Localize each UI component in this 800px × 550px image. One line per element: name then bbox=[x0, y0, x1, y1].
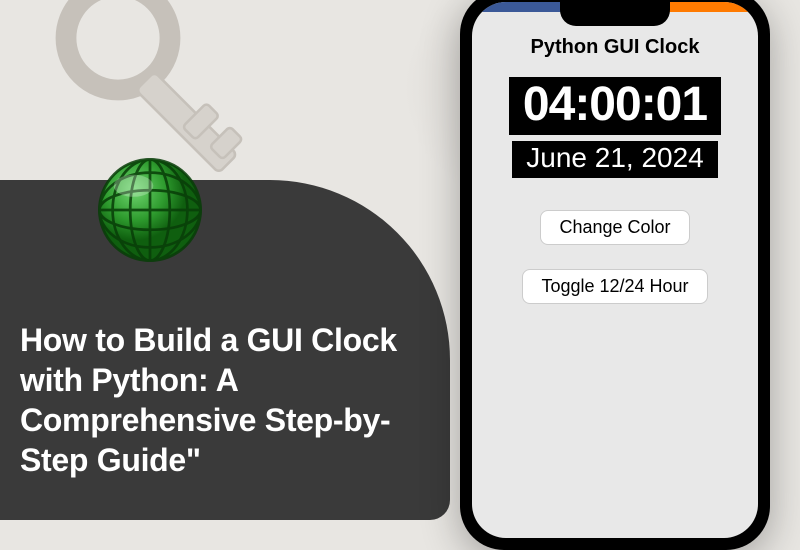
clock-date-display: June 21, 2024 bbox=[512, 141, 718, 178]
globe-logo-icon bbox=[95, 155, 205, 265]
phone-screen: Python GUI Clock 04:00:01 June 21, 2024 … bbox=[472, 2, 758, 538]
clock-time-display: 04:00:01 bbox=[509, 77, 721, 135]
change-color-button[interactable]: Change Color bbox=[540, 210, 689, 245]
app-title: Python GUI Clock bbox=[531, 36, 700, 59]
toggle-format-button[interactable]: Toggle 12/24 Hour bbox=[522, 269, 707, 304]
title-panel: How to Build a GUI Clock with Python: A … bbox=[0, 180, 450, 520]
article-title: How to Build a GUI Clock with Python: A … bbox=[20, 320, 410, 480]
phone-notch bbox=[560, 0, 670, 26]
phone-mockup: Python GUI Clock 04:00:01 June 21, 2024 … bbox=[460, 0, 770, 550]
